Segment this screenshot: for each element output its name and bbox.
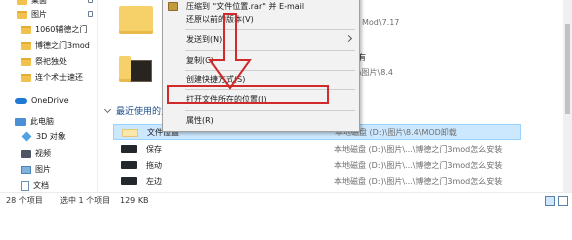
nav-item-folder-1060[interactable]: 1060辅德之门 (21, 23, 97, 36)
nav-item-pictures[interactable]: 图片 (17, 8, 97, 21)
onedrive-icon (15, 97, 27, 104)
folder-icon (21, 73, 31, 82)
menu-separator (185, 110, 355, 111)
menu-item-label: 属性(R) (186, 116, 214, 125)
details-view-button[interactable] (545, 196, 555, 206)
archive-icon (168, 2, 178, 11)
pin-icon (88, 0, 93, 3)
pin-icon (88, 11, 93, 17)
folder-icon (17, 0, 27, 5)
file-name: 左边 (146, 176, 162, 186)
folder-icon (21, 25, 31, 34)
picture-icon (21, 165, 31, 174)
document-icon (21, 180, 29, 191)
nav-item-label: 文档 (33, 181, 49, 190)
nav-item-this-pc[interactable]: 此电脑 (15, 115, 97, 128)
file-name: 拖动 (146, 160, 162, 170)
scrollbar-thumb[interactable] (565, 24, 570, 114)
nav-item-pictures-pc[interactable]: 图片 (21, 163, 97, 176)
nav-item-videos[interactable]: 视频 (21, 147, 97, 160)
file-path: 本地磁盘 (D:)\图片\...\博德之门3mod怎么安装 (334, 144, 503, 154)
recent-file-row[interactable]: 拖动 本地磁盘 (D:)\图片\...\博德之门3mod怎么安装 (113, 157, 521, 173)
nav-item-label: 1060辅德之门 (35, 25, 88, 34)
video-icon (21, 149, 31, 158)
annotation-arrow-icon (208, 13, 252, 90)
file-name: 保存 (146, 144, 162, 154)
menu-item-copy[interactable]: 复制(C) (163, 53, 359, 68)
nav-item-folder-ritual[interactable]: 祭祀独处 (21, 55, 97, 68)
nav-item-label: 连个术士速还 (35, 73, 83, 82)
nav-item-label: 桌面 (31, 0, 47, 5)
nav-item-onedrive[interactable]: OneDrive (15, 94, 97, 107)
item-count: 28 个项目 (6, 196, 43, 205)
file-path: 本地磁盘 (D:)\图片\...\博德之门3mod怎么安装 (334, 160, 503, 170)
nav-item-documents[interactable]: 文档 (21, 179, 97, 192)
nav-item-label: 此电脑 (30, 117, 54, 126)
recent-file-row[interactable]: 左边 本地磁盘 (D:)\图片\...\博德之门3mod怎么安装 (113, 173, 521, 189)
folder-icon (17, 10, 27, 19)
menu-item-restore-versions[interactable]: 还原以前的版本(V) (163, 12, 359, 27)
nav-item-label: 图片 (35, 165, 51, 174)
folder-tile-1[interactable] (119, 6, 153, 34)
selected-count: 选中 1 个项目 (60, 196, 111, 205)
nav-item-label: 3D 对象 (36, 132, 66, 141)
recent-file-row[interactable]: 保存 本地磁盘 (D:)\图片\...\博德之门3mod怎么安装 (113, 141, 521, 157)
nav-item-desktop[interactable]: 桌面 (17, 0, 97, 7)
nav-item-label: 祭祀独处 (35, 57, 67, 66)
chevron-down-icon (103, 105, 112, 113)
image-file-icon (121, 177, 137, 185)
navigation-pane: 桌面 图片 1060辅德之门 博德之门3mod 祭祀独处 连个术士速还 OneD… (0, 0, 98, 192)
file-icon (122, 129, 138, 137)
nav-item-folder-bg3mod[interactable]: 博德之门3mod (21, 39, 97, 52)
vertical-scrollbar[interactable] (563, 0, 572, 192)
game-cover-thumbnail[interactable] (130, 60, 152, 82)
folder-tile-2[interactable] (119, 56, 131, 82)
nav-item-label: OneDrive (31, 96, 69, 105)
cube-icon (21, 131, 32, 142)
file-path: 本地磁盘 (D:)\图片\...\博德之门3mod怎么安装 (334, 176, 503, 186)
nav-item-label: 图片 (31, 10, 47, 19)
image-file-icon (121, 161, 137, 169)
selected-size: 129 KB (120, 196, 149, 205)
menu-item-send-to[interactable]: 发送到(N) (163, 32, 359, 47)
image-file-icon (121, 145, 137, 153)
chevron-right-icon (344, 34, 353, 43)
folder-icon (21, 57, 31, 66)
nav-item-3d-objects[interactable]: 3D 对象 (21, 130, 97, 143)
large-icons-view-button[interactable] (558, 196, 568, 206)
status-bar: 28 个项目 选中 1 个项目 129 KB (0, 192, 572, 208)
nav-item-label: 博德之门3mod (35, 41, 90, 50)
nav-item-folder-warlock[interactable]: 连个术士速还 (21, 71, 97, 84)
folder-icon (21, 41, 31, 50)
nav-item-label: 视频 (35, 149, 51, 158)
folder-path-suffix: Mod\7.17 (362, 18, 400, 27)
context-menu: 压缩到 "文件位置.rar" 并 E-mail 还原以前的版本(V) 发送到(N… (162, 0, 360, 132)
computer-icon (15, 117, 26, 126)
menu-item-properties[interactable]: 属性(R) (163, 113, 359, 128)
